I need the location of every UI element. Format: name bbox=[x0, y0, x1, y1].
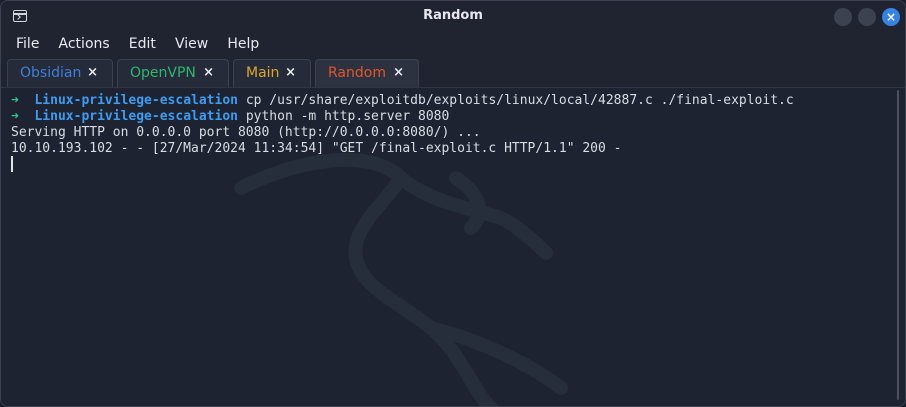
tab-obsidian[interactable]: Obsidian × bbox=[7, 59, 113, 87]
command-text: cp /usr/share/exploitdb/exploits/linux/l… bbox=[245, 93, 794, 108]
prompt-dir: Linux-privilege-escalation bbox=[34, 109, 238, 124]
tab-close-icon[interactable]: × bbox=[87, 65, 98, 80]
scrollbar-thumb[interactable] bbox=[897, 90, 899, 400]
menu-edit[interactable]: Edit bbox=[129, 33, 156, 52]
command-line: ➜ Linux-privilege-escalation python -m h… bbox=[11, 109, 449, 124]
menu-actions[interactable]: Actions bbox=[59, 33, 110, 52]
terminal-output[interactable]: ➜ Linux-privilege-escalation cp /usr/sha… bbox=[1, 88, 895, 406]
tab-main[interactable]: Main × bbox=[233, 59, 311, 87]
tab-close-icon[interactable]: × bbox=[393, 65, 404, 80]
tab-openvpn[interactable]: OpenVPN × bbox=[117, 59, 229, 87]
maximize-button[interactable] bbox=[858, 8, 876, 26]
menu-bar: File Actions Edit View Help bbox=[1, 33, 905, 57]
tab-label: Random bbox=[328, 65, 386, 81]
prompt-arrow-icon: ➜ bbox=[11, 93, 19, 108]
tab-random[interactable]: Random × bbox=[315, 59, 419, 87]
terminal-window: Random × File Actions Edit View Help Obs… bbox=[0, 0, 906, 407]
tab-label: Main bbox=[246, 65, 280, 81]
menu-help[interactable]: Help bbox=[227, 33, 259, 52]
tab-label: OpenVPN bbox=[130, 65, 196, 81]
prompt-dir: Linux-privilege-escalation bbox=[34, 93, 238, 108]
menu-file[interactable]: File bbox=[16, 33, 39, 52]
close-icon: × bbox=[885, 10, 897, 24]
minimize-button[interactable] bbox=[834, 8, 852, 26]
scrollbar[interactable] bbox=[895, 88, 905, 406]
command-text: python -m http.server 8080 bbox=[245, 109, 450, 124]
title-bar[interactable]: Random × bbox=[1, 1, 905, 33]
text-cursor bbox=[11, 156, 13, 172]
output-line: Serving HTTP on 0.0.0.0 port 8080 (http:… bbox=[11, 125, 481, 140]
close-window-button[interactable]: × bbox=[882, 8, 900, 26]
window-title: Random bbox=[423, 8, 483, 23]
output-line: 10.10.193.102 - - [27/Mar/2024 11:34:54]… bbox=[11, 141, 622, 156]
tab-close-icon[interactable]: × bbox=[285, 65, 296, 80]
tab-close-icon[interactable]: × bbox=[203, 65, 214, 80]
tab-label: Obsidian bbox=[20, 65, 82, 81]
tab-bar: Obsidian × OpenVPN × Main × Random × bbox=[1, 57, 905, 88]
menu-view[interactable]: View bbox=[175, 33, 208, 52]
prompt-arrow-icon: ➜ bbox=[11, 109, 19, 124]
command-line: ➜ Linux-privilege-escalation cp /usr/sha… bbox=[11, 93, 794, 108]
